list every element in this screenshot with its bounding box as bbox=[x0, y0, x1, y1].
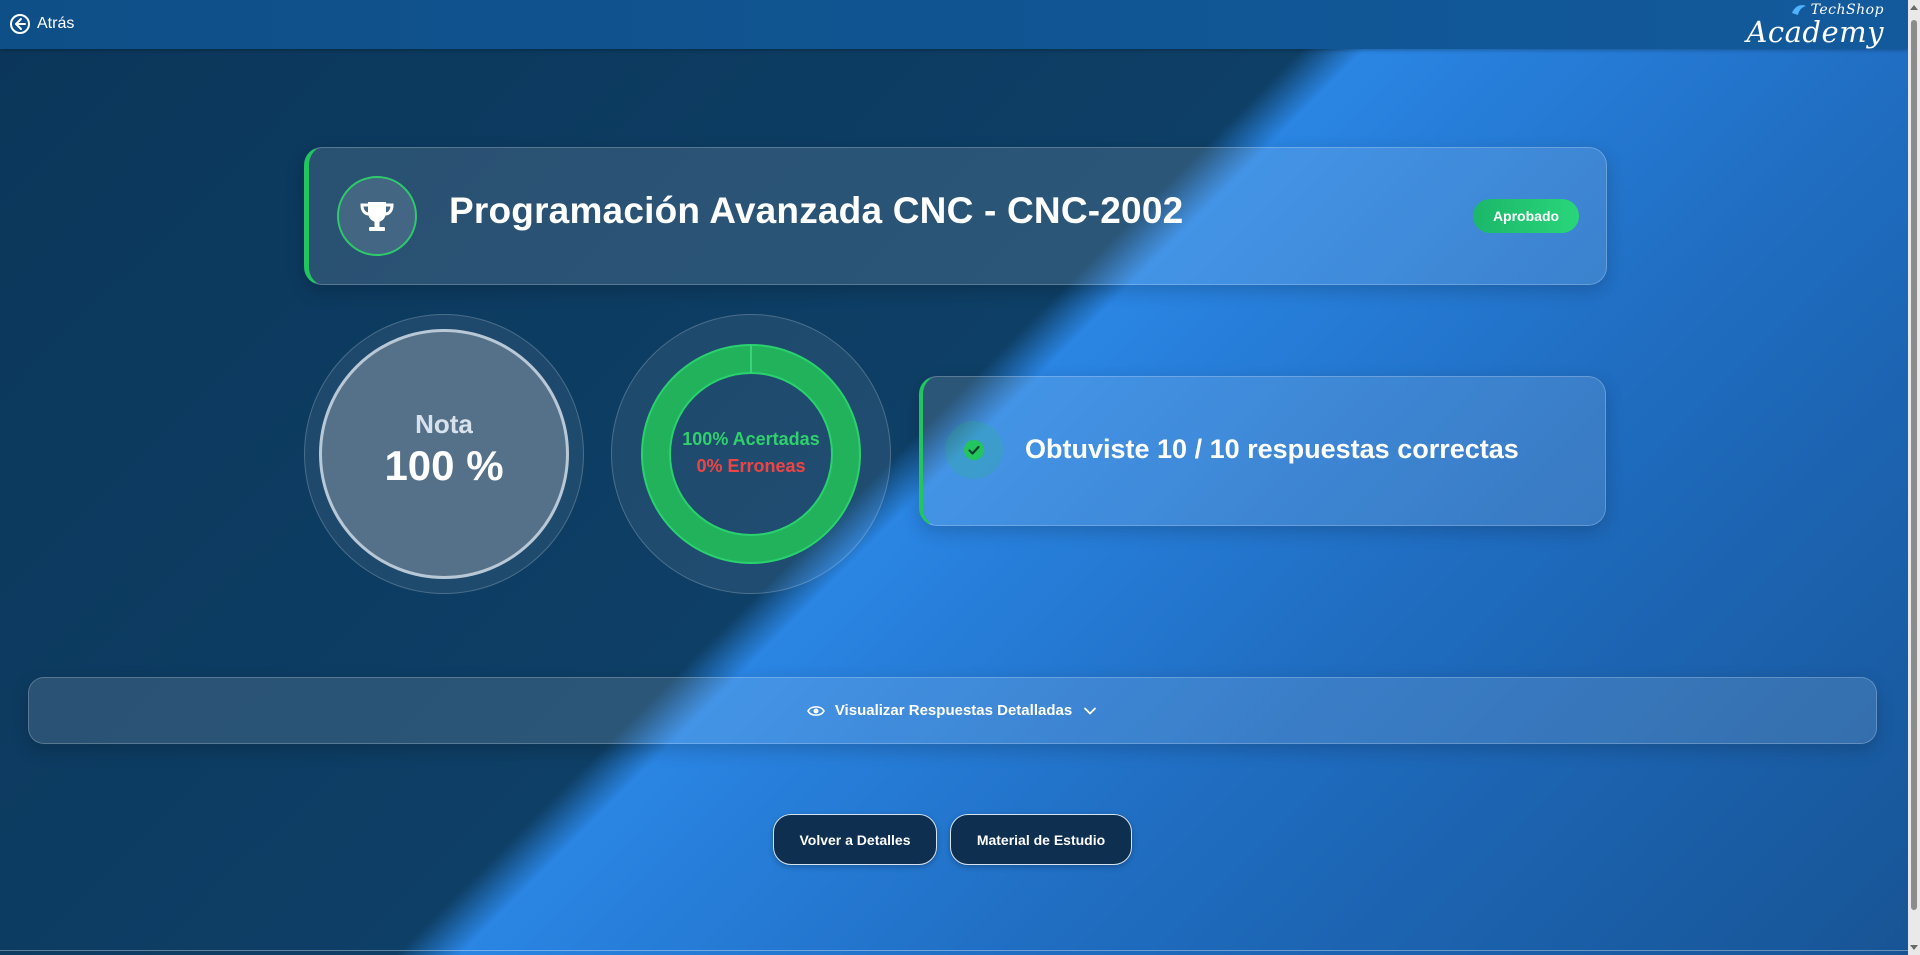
course-title: Programación Avanzada CNC - CNC-2002 bbox=[449, 190, 1184, 231]
check-badge bbox=[945, 421, 1003, 479]
result-suffix: respuestas correctas bbox=[1239, 434, 1519, 464]
result-summary-card: Obtuviste 10 / 10 respuestas correctas bbox=[919, 376, 1606, 526]
scroll-up-arrow[interactable] bbox=[1910, 5, 1918, 10]
result-text: Obtuviste 10 / 10 respuestas correctas bbox=[1025, 434, 1519, 465]
scroll-down-arrow[interactable] bbox=[1910, 945, 1918, 950]
grade-circle: Nota 100 % bbox=[304, 314, 584, 594]
details-toggle-label: Visualizar Respuestas Detalladas bbox=[834, 702, 1073, 719]
view-detailed-answers-toggle[interactable]: Visualizar Respuestas Detalladas bbox=[28, 677, 1877, 744]
result-prefix: Obtuviste bbox=[1025, 434, 1158, 464]
back-button[interactable]: Atrás bbox=[9, 12, 74, 36]
arrow-left-circle-icon bbox=[10, 14, 30, 34]
answers-donut-chart: 100% Acertadas 0% Erroneas bbox=[611, 314, 891, 594]
grade-inner-circle: Nota 100 % bbox=[319, 329, 569, 579]
grade-value: 100 % bbox=[384, 441, 504, 489]
vertical-scrollbar[interactable] bbox=[1908, 0, 1920, 955]
course-title-card: Programación Avanzada CNC - CNC-2002 Apr… bbox=[304, 147, 1607, 285]
logo-big-text: Academy bbox=[1746, 15, 1884, 49]
bottom-divider bbox=[0, 950, 1908, 951]
back-label: Atrás bbox=[37, 15, 75, 32]
trophy-badge bbox=[337, 176, 417, 256]
chevron-down-icon bbox=[1084, 707, 1097, 714]
status-badge: Aprobado bbox=[1473, 199, 1579, 233]
check-circle-icon bbox=[964, 440, 984, 460]
correct-percentage: 100% Acertadas bbox=[682, 429, 820, 449]
grade-label: Nota bbox=[415, 408, 473, 439]
scrollbar-thumb[interactable] bbox=[1911, 20, 1917, 910]
wrong-percentage: 0% Erroneas bbox=[696, 456, 806, 476]
back-to-details-button[interactable]: Volver a Detalles bbox=[773, 814, 937, 865]
result-score: 10 / 10 bbox=[1157, 434, 1240, 464]
eye-icon bbox=[806, 705, 825, 716]
donut-labels: 100% Acertadas 0% Erroneas bbox=[612, 429, 890, 477]
study-material-button[interactable]: Material de Estudio bbox=[950, 814, 1132, 865]
techshop-academy-logo: TechShop Academy bbox=[1734, 2, 1884, 49]
top-bar: Atrás TechShop Academy bbox=[0, 0, 1908, 49]
trophy-icon bbox=[360, 202, 394, 231]
